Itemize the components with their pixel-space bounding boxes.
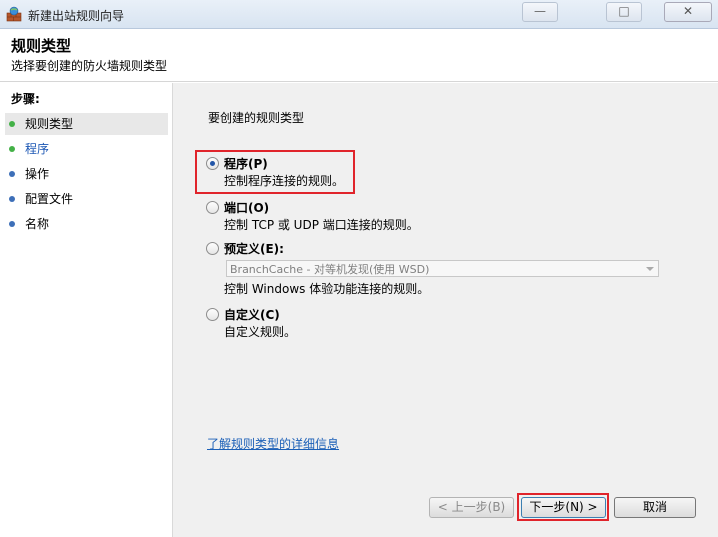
port-description: 控制 TCP 或 UDP 端口连接的规则。: [224, 218, 419, 232]
step-name[interactable]: 名称: [5, 213, 168, 235]
page-title: 规则类型: [11, 37, 72, 55]
firewall-app-icon: [6, 6, 22, 22]
learn-more-link[interactable]: 了解规则类型的详细信息: [207, 435, 339, 452]
step-label: 规则类型: [25, 117, 74, 131]
program-label[interactable]: 程序(P): [224, 155, 268, 172]
predefined-description: 控制 Windows 体验功能连接的规则。: [224, 282, 430, 296]
step-label: 操作: [25, 167, 50, 181]
custom-radio[interactable]: [206, 308, 219, 321]
minimize-button[interactable]: —: [522, 2, 558, 22]
page-subtitle: 选择要创建的防火墙规则类型: [11, 59, 168, 73]
step-status-dot-icon: [9, 196, 15, 202]
port-radio[interactable]: [206, 201, 219, 214]
window-title: 新建出站规则向导: [28, 9, 125, 23]
port-label[interactable]: 端口(O): [224, 199, 269, 216]
predefined-radio[interactable]: [206, 242, 219, 255]
steps-sidebar: 步骤: 规则类型 程序 操作 配置文件 名称: [0, 83, 173, 537]
close-button[interactable]: ✕: [664, 2, 712, 22]
wizard-content: 要创建的规则类型 程序(P) 控制程序连接的规则。 端口(O) 控制 TCP 或…: [173, 83, 718, 537]
wizard-header: 规则类型 选择要创建的防火墙规则类型: [0, 29, 718, 82]
back-button[interactable]: < 上一步(B): [429, 497, 514, 518]
step-program[interactable]: 程序: [5, 138, 168, 160]
next-button[interactable]: 下一步(N) >: [521, 497, 606, 518]
title-bar: 新建出站规则向导 — □ ✕: [0, 0, 718, 29]
predefined-dropdown[interactable]: BranchCache - 对等机发现(使用 WSD): [226, 260, 659, 277]
predefined-label[interactable]: 预定义(E):: [224, 240, 284, 257]
predefined-dropdown-value: BranchCache - 对等机发现(使用 WSD): [230, 263, 430, 276]
maximize-button[interactable]: □: [606, 2, 642, 22]
steps-title: 步骤:: [11, 92, 40, 106]
rule-type-question: 要创建的规则类型: [208, 111, 305, 125]
cancel-button[interactable]: 取消: [614, 497, 696, 518]
step-label: 名称: [25, 217, 50, 231]
custom-description: 自定义规则。: [224, 325, 297, 339]
step-profile[interactable]: 配置文件: [5, 188, 168, 210]
program-radio[interactable]: [206, 157, 219, 170]
program-description: 控制程序连接的规则。: [224, 174, 345, 188]
step-status-dot-icon: [9, 121, 15, 127]
chevron-down-icon[interactable]: [646, 267, 654, 271]
step-label: 程序: [25, 142, 50, 156]
custom-label[interactable]: 自定义(C): [224, 306, 280, 323]
step-action[interactable]: 操作: [5, 163, 168, 185]
step-rule-type[interactable]: 规则类型: [5, 113, 168, 135]
step-status-dot-icon: [9, 171, 15, 177]
step-status-dot-icon: [9, 146, 15, 152]
step-label: 配置文件: [25, 192, 74, 206]
step-status-dot-icon: [9, 221, 15, 227]
